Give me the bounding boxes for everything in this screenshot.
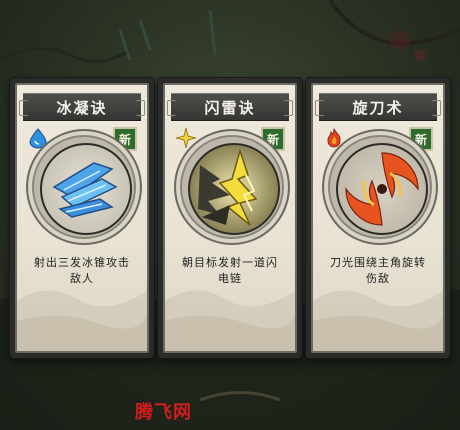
lightning-bolt-icon — [198, 148, 258, 226]
card-title: 闪雷诀 — [204, 98, 256, 117]
title-banner: 旋刀术 — [315, 93, 441, 121]
card-title: 冰凝诀 — [56, 98, 108, 117]
skill-card-ice[interactable]: 冰凝诀 新 射出三发冰锥攻击敌人 — [10, 78, 154, 358]
card-description: 朝目标发射一道闪电链 — [182, 256, 278, 285]
watermark-text: 腾飞网 — [135, 402, 192, 423]
card-face: 冰凝诀 新 射出三发冰锥攻击敌人 — [15, 83, 149, 353]
skill-card-lightning[interactable]: 闪雷诀 新 朝目标发射一道闪电链 — [158, 78, 302, 358]
skill-medallion — [174, 129, 290, 245]
skill-medallion — [26, 129, 142, 245]
title-banner: 冰凝诀 — [19, 93, 145, 121]
card-description: 射出三发冰锥攻击敌人 — [34, 256, 130, 285]
spinning-blade-icon — [345, 152, 419, 226]
card-face: 闪雷诀 新 朝目标发射一道闪电链 — [163, 83, 297, 353]
card-face: 旋刀术 新 刀光围绕主角旋转伤敌 — [311, 83, 445, 353]
title-banner: 闪雷诀 — [167, 93, 293, 121]
ice-shard-icon — [52, 162, 118, 218]
skill-card-blade[interactable]: 旋刀术 新 刀光围绕主角旋转伤敌 — [306, 78, 450, 358]
card-title: 旋刀术 — [352, 98, 404, 117]
card-description: 刀光围绕主角旋转伤敌 — [330, 256, 426, 285]
skill-medallion — [322, 129, 438, 245]
